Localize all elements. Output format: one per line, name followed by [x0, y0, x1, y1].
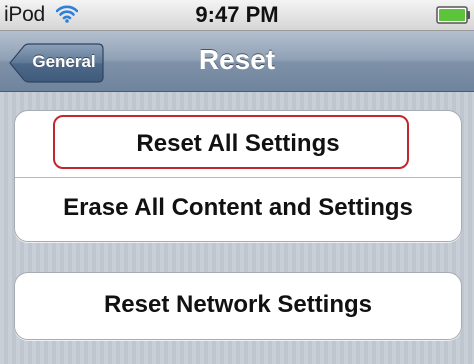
reset-network-settings-label: Reset Network Settings: [103, 291, 373, 318]
reset-all-settings-label: Reset All Settings: [136, 130, 340, 157]
navigation-bar: General Reset: [0, 31, 474, 92]
reset-options-group: Reset All Settings Erase All Content and…: [14, 110, 462, 242]
erase-all-content-cell[interactable]: Erase All Content and Settings: [15, 178, 461, 241]
page-title: Reset: [198, 44, 276, 75]
reset-all-settings-cell[interactable]: Reset All Settings: [15, 111, 461, 178]
network-reset-group: Reset Network Settings: [14, 272, 462, 340]
reset-network-settings-cell[interactable]: Reset Network Settings: [15, 273, 461, 339]
battery-icon: [436, 6, 472, 24]
erase-all-content-label: Erase All Content and Settings: [63, 194, 413, 221]
status-time: 9:47 PM: [195, 2, 279, 27]
status-bar: iPod 9:47 PM: [0, 0, 474, 31]
